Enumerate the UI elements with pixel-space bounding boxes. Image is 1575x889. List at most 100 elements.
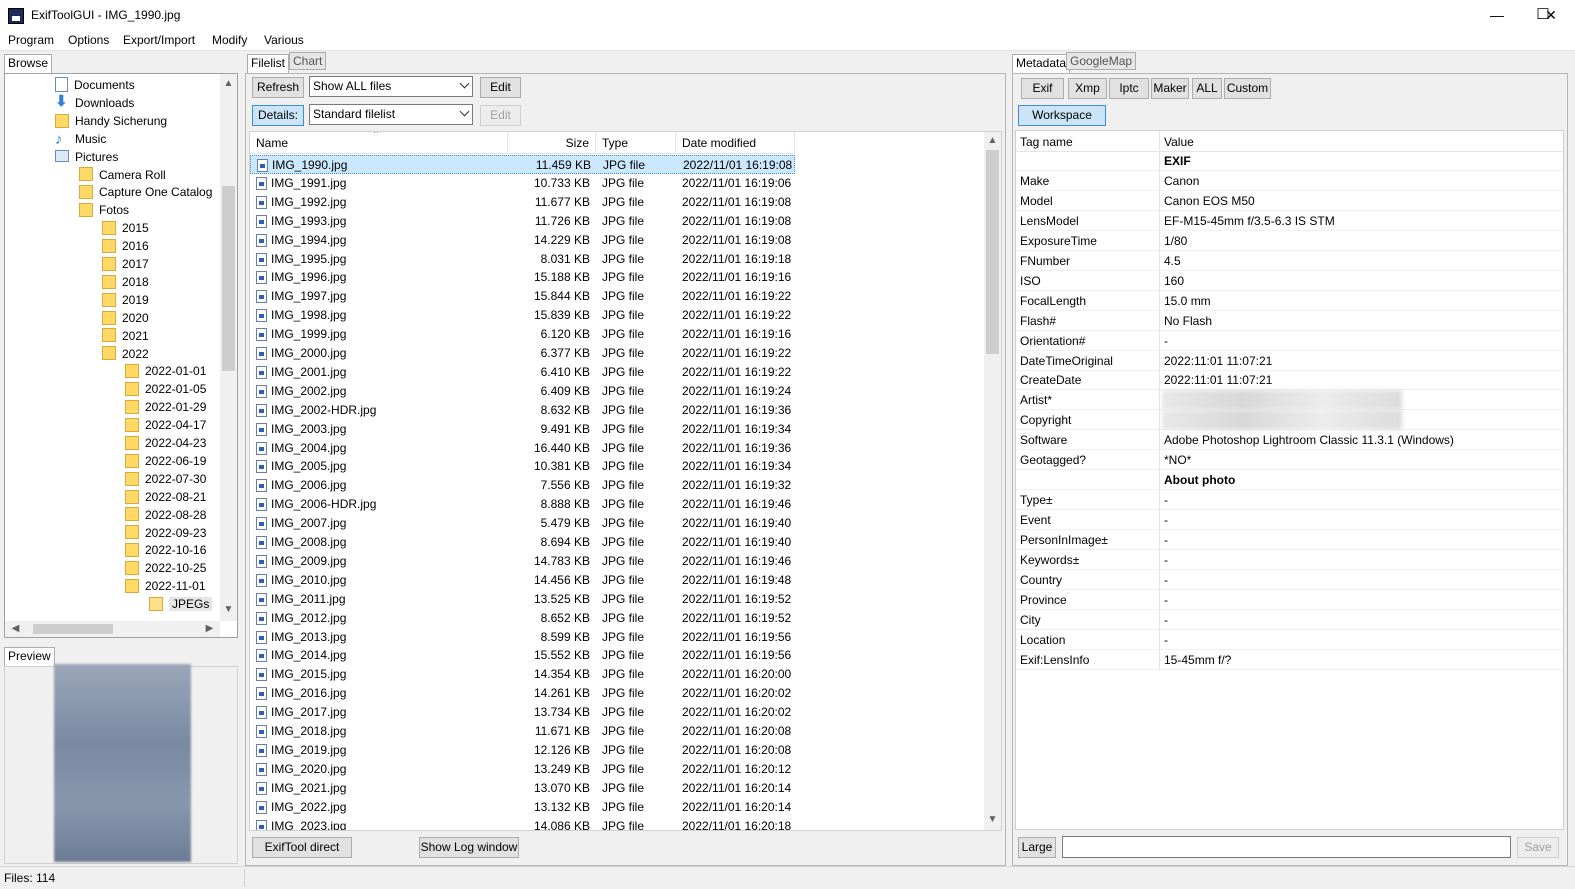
- tab-chart[interactable]: Chart: [289, 52, 327, 70]
- scroll-thumb[interactable]: [222, 186, 235, 371]
- table-row[interactable]: IMG_2007.jpg 5.479 KB JPG file 2022/11/01 1…: [250, 514, 795, 533]
- table-row[interactable]: IMG_2020.jpg 13.249 KB JPG file 2022/11/01 …: [250, 760, 795, 779]
- file-table[interactable]: Name ^ Size Type Date modified IMG_1990.…: [249, 131, 1002, 831]
- metadata-row[interactable]: Event -: [1016, 510, 1563, 531]
- menu-various[interactable]: Various: [264, 33, 304, 47]
- table-row[interactable]: IMG_1991.jpg 10.733 KB JPG file 2022/11/01 …: [250, 174, 795, 193]
- custom-button[interactable]: Custom: [1224, 78, 1271, 99]
- refresh-button[interactable]: Refresh: [252, 77, 304, 98]
- table-row[interactable]: IMG_2006-HDR.jpg 8.888 KB JPG file 2022/11/…: [250, 495, 795, 514]
- metadata-row[interactable]: LensModel EF-M15-45mm f/3.5-6.3 IS STM: [1016, 210, 1563, 231]
- filter-edit-button[interactable]: Edit: [480, 77, 521, 98]
- metadata-row[interactable]: CreateDate 2022:11:01 11:07:21: [1016, 370, 1563, 391]
- metadata-row[interactable]: Artist*: [1016, 390, 1563, 411]
- table-row[interactable]: IMG_2023.jpg 14.086 KB JPG file 2022/11/01 …: [250, 817, 795, 830]
- tree-item[interactable]: 2022-09-23: [125, 524, 206, 542]
- tree-item[interactable]: Fotos: [79, 201, 129, 219]
- save-button[interactable]: Save: [1517, 837, 1559, 858]
- scroll-thumb[interactable]: [986, 150, 999, 354]
- metadata-row[interactable]: ExposureTime 1/80: [1016, 230, 1563, 251]
- view-mode-select[interactable]: Standard filelist: [309, 104, 473, 125]
- table-row[interactable]: IMG_2017.jpg 13.734 KB JPG file 2022/11/01 …: [250, 703, 795, 722]
- metadata-row[interactable]: Software Adobe Photoshop Lightroom Classi…: [1016, 430, 1563, 451]
- tree-item[interactable]: 2022-10-25: [125, 559, 206, 577]
- file-filter-select[interactable]: Show ALL files: [309, 76, 473, 97]
- metadata-row[interactable]: Flash# No Flash: [1016, 310, 1563, 331]
- tree-item[interactable]: 2019: [102, 291, 149, 309]
- scroll-down-arrow-icon[interactable]: ▼: [984, 814, 1001, 825]
- exiftool-direct-button[interactable]: ExifTool direct: [252, 837, 352, 858]
- metadata-row[interactable]: Model Canon EOS M50: [1016, 190, 1563, 211]
- tab-metadata[interactable]: Metadata: [1012, 54, 1071, 74]
- table-row[interactable]: IMG_1998.jpg 15.839 KB JPG file 2022/11/01 …: [250, 306, 795, 325]
- tree-item[interactable]: 2022-11-01: [125, 577, 206, 595]
- menu-export-import[interactable]: Export/Import: [123, 33, 195, 47]
- tree-item[interactable]: ♪ Music: [55, 130, 106, 148]
- tree-item[interactable]: 2022-04-23: [125, 434, 206, 452]
- metadata-row[interactable]: Geotagged? *NO*: [1016, 450, 1563, 471]
- tree-item[interactable]: 2022-06-19: [125, 452, 206, 470]
- column-type[interactable]: Type: [596, 132, 676, 154]
- scroll-down-arrow-icon[interactable]: ▼: [220, 604, 237, 615]
- menu-modify[interactable]: Modify: [212, 33, 247, 47]
- column-size[interactable]: Size: [508, 132, 596, 154]
- tree-item[interactable]: 2022-04-17: [125, 416, 206, 434]
- tree-item[interactable]: 2022-01-05: [125, 380, 206, 398]
- tab-browse[interactable]: Browse: [4, 54, 53, 74]
- tree-item[interactable]: 2022-10-16: [125, 541, 206, 559]
- tree-item[interactable]: 2022-01-29: [125, 398, 206, 416]
- table-row[interactable]: IMG_2018.jpg 11.671 KB JPG file 2022/11/01 …: [250, 722, 795, 741]
- metadata-row[interactable]: Keywords± -: [1016, 550, 1563, 570]
- metadata-row[interactable]: Location -: [1016, 629, 1563, 650]
- table-row[interactable]: IMG_1997.jpg 15.844 KB JPG file 2022/11/01 …: [250, 287, 795, 306]
- table-row[interactable]: IMG_1993.jpg 11.726 KB JPG file 2022/11/01 …: [250, 212, 795, 231]
- close-button[interactable]: ✕: [1528, 0, 1574, 30]
- tree-item[interactable]: 2018: [102, 273, 149, 291]
- tree-item[interactable]: 2020: [102, 309, 149, 327]
- tree-item[interactable]: Capture One Catalog: [79, 183, 212, 201]
- maker-button[interactable]: Maker: [1151, 78, 1189, 99]
- metadata-row[interactable]: FocalLength 15.0 mm: [1016, 290, 1563, 311]
- minimize-button[interactable]: —: [1474, 0, 1520, 30]
- tree-item[interactable]: 2022-07-30: [125, 470, 206, 488]
- workspace-button[interactable]: Workspace: [1018, 105, 1106, 126]
- table-row[interactable]: IMG_2010.jpg 14.456 KB JPG file 2022/11/01 …: [250, 571, 795, 590]
- metadata-edit-input[interactable]: [1062, 836, 1511, 858]
- metadata-row[interactable]: City -: [1016, 609, 1563, 630]
- tab-preview[interactable]: Preview: [4, 647, 55, 667]
- menu-program[interactable]: Program: [8, 33, 54, 47]
- exif-button[interactable]: Exif: [1021, 78, 1064, 99]
- table-row[interactable]: IMG_2015.jpg 14.354 KB JPG file 2022/11/01 …: [250, 665, 795, 684]
- table-row[interactable]: IMG_1994.jpg 14.229 KB JPG file 2022/11/01 …: [250, 231, 795, 250]
- table-row[interactable]: IMG_2011.jpg 13.525 KB JPG file 2022/11/01 …: [250, 590, 795, 609]
- table-row[interactable]: IMG_2019.jpg 12.126 KB JPG file 2022/11/01 …: [250, 741, 795, 760]
- metadata-group-header[interactable]: EXIF: [1016, 151, 1563, 171]
- scroll-right-arrow-icon[interactable]: ▶: [201, 623, 218, 634]
- tree-item[interactable]: ⬇ Downloads: [55, 94, 134, 112]
- tree-item[interactable]: Documents: [55, 76, 135, 94]
- metadata-row[interactable]: Orientation# -: [1016, 330, 1563, 351]
- tree-item[interactable]: 2022-01-01: [125, 362, 206, 380]
- view-edit-button[interactable]: Edit: [480, 105, 521, 126]
- scroll-up-arrow-icon[interactable]: ▲: [984, 135, 1001, 146]
- metadata-row[interactable]: Exif:LensInfo 15-45mm f/?: [1016, 649, 1563, 670]
- show-log-button[interactable]: Show Log window: [419, 837, 519, 858]
- table-row[interactable]: IMG_2004.jpg 16.440 KB JPG file 2022/11/01 …: [250, 439, 795, 458]
- metadata-row[interactable]: DateTimeOriginal 2022:11:01 11:07:21: [1016, 350, 1563, 371]
- table-row[interactable]: IMG_2014.jpg 15.552 KB JPG file 2022/11/01 …: [250, 646, 795, 665]
- table-row[interactable]: IMG_2008.jpg 8.694 KB JPG file 2022/11/01 1…: [250, 533, 795, 552]
- table-row[interactable]: IMG_1990.jpg 11.459 KB JPG file 2022/11/01 …: [250, 155, 795, 174]
- metadata-row[interactable]: Make Canon: [1016, 170, 1563, 191]
- filelist-vertical-scrollbar[interactable]: ▲ ▼: [984, 132, 1001, 830]
- metadata-row[interactable]: Province -: [1016, 589, 1563, 610]
- table-row[interactable]: IMG_2000.jpg 6.377 KB JPG file 2022/11/01 1…: [250, 344, 795, 363]
- metadata-row[interactable]: ISO 160: [1016, 270, 1563, 291]
- scroll-up-arrow-icon[interactable]: ▲: [220, 78, 237, 89]
- large-button[interactable]: Large: [1018, 837, 1056, 858]
- table-row[interactable]: IMG_1992.jpg 11.677 KB JPG file 2022/11/01 …: [250, 193, 795, 212]
- all-button[interactable]: ALL: [1192, 78, 1222, 99]
- tree-item[interactable]: 2022: [102, 345, 149, 363]
- tree-item[interactable]: 2016: [102, 237, 149, 255]
- tab-filelist[interactable]: Filelist: [247, 54, 290, 74]
- tree-vertical-scrollbar[interactable]: ▲ ▼: [220, 74, 237, 621]
